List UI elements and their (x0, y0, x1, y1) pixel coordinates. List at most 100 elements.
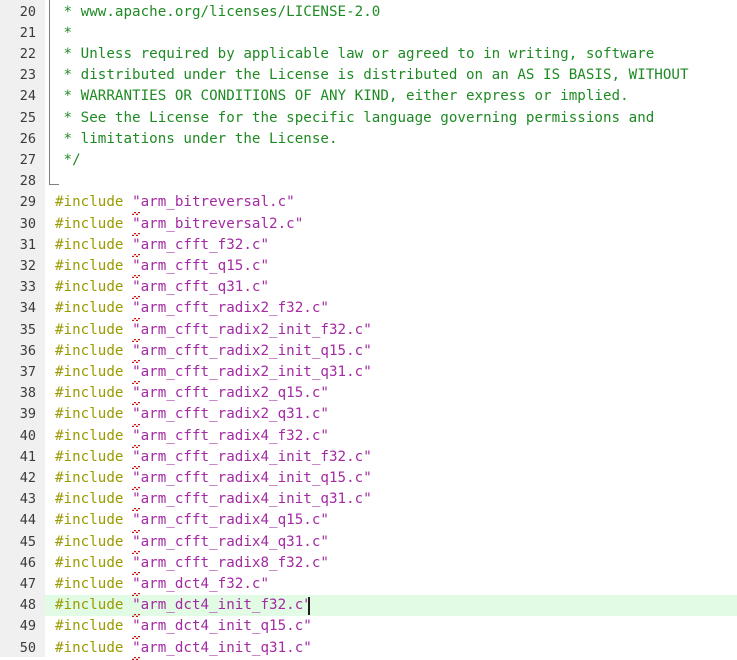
code-line-row[interactable]: 40 #include "arm_cfft_radix4_f32.c" (0, 426, 737, 448)
code-line-text[interactable]: #include "arm_cfft_radix2_f32.c" (55, 298, 329, 321)
code-line-row[interactable]: 28 (0, 171, 737, 192)
code-line-text[interactable]: #include "arm_bitreversal2.c" (55, 214, 303, 236)
code-line-text[interactable]: #include "arm_cfft_radix2_init_q15.c" (55, 341, 372, 364)
line-number[interactable]: 22 (0, 44, 36, 65)
code-line-row[interactable]: 43 #include "arm_cfft_radix4_init_q31.c" (0, 489, 737, 512)
code-line-row[interactable]: 21 * (0, 23, 737, 44)
code-line-text[interactable]: #include "arm_cfft_radix2_q31.c" (55, 404, 329, 427)
string-token-with-error: "arm_dct4_init_q31.c" (132, 638, 312, 660)
string-token-with-error: "arm_cfft_radix4_init_q15.c" (132, 468, 372, 491)
line-number[interactable]: 37 (0, 362, 36, 383)
code-line-text[interactable]: #include "arm_bitreversal.c" (55, 192, 295, 215)
line-number[interactable]: 27 (0, 150, 36, 171)
line-number[interactable]: 35 (0, 320, 36, 341)
code-line-text[interactable]: #include "arm_cfft_radix4_init_q15.c" (55, 468, 372, 491)
code-line-row[interactable]: 33 #include "arm_cfft_q31.c" (0, 277, 737, 300)
directive-token: #include (55, 300, 133, 317)
code-line-row[interactable]: 41 #include "arm_cfft_radix4_init_f32.c" (0, 447, 737, 470)
code-line-row[interactable]: 47 #include "arm_dct4_f32.c" (0, 574, 737, 597)
code-line-text[interactable]: #include "arm_cfft_radix8_f32.c" (55, 553, 329, 576)
code-editor[interactable]: 20 * www.apache.org/licenses/LICENSE-2.0… (0, 0, 737, 660)
code-line-row[interactable]: 26 * limitations under the License. (0, 129, 737, 150)
code-line-text[interactable]: #include "arm_dct4_init_q31.c" (55, 638, 312, 660)
code-line-row[interactable]: 39 #include "arm_cfft_radix2_q31.c" (0, 404, 737, 427)
line-number[interactable]: 34 (0, 298, 36, 319)
line-number[interactable]: 33 (0, 277, 36, 298)
code-line-row[interactable]: 22 * Unless required by applicable law o… (0, 44, 737, 65)
line-number[interactable]: 39 (0, 404, 36, 425)
code-line-row[interactable]: 27 */ (0, 150, 737, 171)
string-token-with-error: "arm_cfft_radix4_init_q31.c" (132, 489, 372, 512)
code-line-row[interactable]: 45 #include "arm_cfft_radix4_q31.c" (0, 532, 737, 554)
code-line-row[interactable]: 38 #include "arm_cfft_radix2_q15.c" (0, 383, 737, 406)
code-line-row[interactable]: 32 #include "arm_cfft_q15.c" (0, 256, 737, 279)
code-line-text[interactable]: #include "arm_dct4_f32.c" (55, 574, 269, 597)
code-line-text[interactable]: * distributed under the License is distr… (55, 65, 689, 86)
line-number[interactable]: 44 (0, 510, 36, 531)
line-number[interactable]: 36 (0, 341, 36, 362)
code-line-text[interactable]: * limitations under the License. (55, 129, 338, 150)
line-number[interactable]: 32 (0, 256, 36, 277)
code-line-row[interactable]: 37 #include "arm_cfft_radix2_init_q31.c" (0, 362, 737, 385)
line-number[interactable]: 25 (0, 108, 36, 129)
line-number[interactable]: 48 (0, 595, 36, 616)
code-line-text[interactable]: #include "arm_cfft_q31.c" (55, 277, 269, 300)
code-line-text[interactable]: #include "arm_dct4_init_f32.c" (55, 595, 312, 618)
code-line-text[interactable]: #include "arm_cfft_radix4_init_q31.c" (55, 489, 372, 512)
code-line-row[interactable]: 46 #include "arm_cfft_radix8_f32.c" (0, 553, 737, 576)
code-line-row[interactable]: 48 #include "arm_dct4_init_f32.c" (0, 595, 737, 618)
code-line-text[interactable]: #include "arm_dct4_init_q15.c" (55, 616, 312, 639)
code-line-row[interactable]: 30 #include "arm_bitreversal2.c" (0, 214, 737, 236)
code-line-row[interactable]: 35 #include "arm_cfft_radix2_init_f32.c" (0, 320, 737, 342)
line-number[interactable]: 41 (0, 447, 36, 468)
line-number[interactable]: 49 (0, 616, 36, 637)
line-number[interactable]: 24 (0, 86, 36, 107)
code-line-text[interactable]: #include "arm_cfft_radix4_q31.c" (55, 532, 329, 554)
code-line-text[interactable]: #include "arm_cfft_f32.c" (55, 235, 269, 258)
code-line-row[interactable]: 25 * See the License for the specific la… (0, 108, 737, 129)
code-line-text[interactable]: * See the License for the specific langu… (55, 108, 655, 129)
code-line-row[interactable]: 49 #include "arm_dct4_init_q15.c" (0, 616, 737, 639)
line-number[interactable]: 29 (0, 192, 36, 213)
line-number[interactable]: 26 (0, 129, 36, 150)
code-line-row[interactable]: 36 #include "arm_cfft_radix2_init_q15.c" (0, 341, 737, 364)
line-number[interactable]: 38 (0, 383, 36, 404)
line-number[interactable]: 45 (0, 532, 36, 553)
code-fold-guide[interactable] (49, 0, 59, 185)
code-line-text[interactable]: #include "arm_cfft_radix4_q15.c" (55, 510, 329, 533)
code-line-text[interactable]: * www.apache.org/licenses/LICENSE-2.0 (55, 2, 381, 23)
directive-token: #include (55, 491, 133, 508)
code-line-row[interactable]: 29 #include "arm_bitreversal.c" (0, 192, 737, 215)
code-line-text[interactable]: #include "arm_cfft_radix2_init_f32.c" (55, 320, 372, 342)
code-line-row[interactable]: 34 #include "arm_cfft_radix2_f32.c" (0, 298, 737, 321)
code-line-text[interactable]: * WARRANTIES OR CONDITIONS OF ANY KIND, … (55, 86, 629, 107)
code-line-row[interactable]: 24 * WARRANTIES OR CONDITIONS OF ANY KIN… (0, 86, 737, 107)
comment-token: * limitations under the License. (55, 130, 338, 147)
line-number[interactable]: 20 (0, 2, 36, 23)
code-line-text[interactable]: * Unless required by applicable law or a… (55, 44, 655, 65)
directive-token: #include (55, 554, 133, 571)
line-number[interactable]: 30 (0, 214, 36, 235)
line-number[interactable]: 40 (0, 426, 36, 447)
line-number[interactable]: 50 (0, 638, 36, 659)
code-line-row[interactable]: 20 * www.apache.org/licenses/LICENSE-2.0 (0, 2, 737, 23)
code-line-text[interactable]: #include "arm_cfft_radix2_q15.c" (55, 383, 329, 406)
code-line-text[interactable]: #include "arm_cfft_radix2_init_q31.c" (55, 362, 372, 385)
code-line-row[interactable]: 31 #include "arm_cfft_f32.c" (0, 235, 737, 258)
line-number[interactable]: 46 (0, 553, 36, 574)
line-number[interactable]: 43 (0, 489, 36, 510)
line-number[interactable]: 42 (0, 468, 36, 489)
line-number[interactable]: 23 (0, 65, 36, 86)
code-line-text[interactable]: #include "arm_cfft_radix4_init_f32.c" (55, 447, 372, 470)
code-line-row[interactable]: 50 #include "arm_dct4_init_q31.c" (0, 638, 737, 660)
code-line-row[interactable]: 23 * distributed under the License is di… (0, 65, 737, 86)
line-number[interactable]: 47 (0, 574, 36, 595)
code-line-text[interactable]: #include "arm_cfft_q15.c" (55, 256, 269, 279)
code-line-text[interactable]: #include "arm_cfft_radix4_f32.c" (55, 426, 329, 448)
line-number[interactable]: 21 (0, 23, 36, 44)
line-number[interactable]: 31 (0, 235, 36, 256)
code-line-row[interactable]: 42 #include "arm_cfft_radix4_init_q15.c" (0, 468, 737, 491)
line-number[interactable]: 28 (0, 171, 36, 192)
code-line-row[interactable]: 44 #include "arm_cfft_radix4_q15.c" (0, 510, 737, 533)
string-token-with-error: "arm_cfft_f32.c" (132, 235, 269, 258)
